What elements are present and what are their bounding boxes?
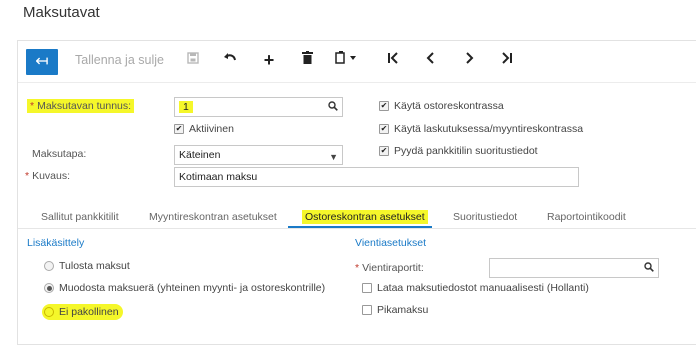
- copy-icon[interactable]: [334, 51, 360, 69]
- delete-icon[interactable]: [297, 51, 317, 69]
- tab-allowed-bank-accounts[interactable]: Sallitut pankkitilit: [41, 211, 119, 223]
- search-icon[interactable]: [644, 260, 654, 278]
- save-icon[interactable]: [183, 51, 203, 69]
- active-checkbox[interactable]: ✔ Aktiivinen: [174, 123, 234, 135]
- checkbox-checked-icon: ✔: [174, 124, 184, 134]
- export-settings-title: Vientiasetukset: [355, 237, 427, 249]
- checkbox-icon: [362, 305, 372, 315]
- method-label: Maksutapa:: [32, 148, 87, 160]
- next-icon[interactable]: [459, 51, 479, 69]
- add-icon[interactable]: +: [259, 51, 279, 69]
- method-select[interactable]: Käteinen ▼: [174, 145, 343, 165]
- form-panel: ↤ Tallenna ja sulje + * Maksutavan tunnu…: [17, 40, 696, 345]
- tab-sales-ledger-settings[interactable]: Myyntireskontran asetukset: [149, 211, 277, 223]
- use-in-sales-ledger-checkbox[interactable]: ✔ Käytä laskutuksessa/myyntireskontrassa: [379, 123, 583, 135]
- request-bank-details-checkbox[interactable]: ✔ Pyydä pankkitilin suoritustiedot: [379, 145, 538, 157]
- active-tab-indicator: [288, 226, 432, 228]
- search-icon[interactable]: [328, 99, 338, 117]
- checkbox-checked-icon: ✔: [379, 124, 389, 134]
- first-icon[interactable]: [383, 51, 403, 69]
- code-label: * Maksutavan tunnus:: [27, 99, 135, 113]
- previous-icon[interactable]: [421, 51, 441, 69]
- toolbar: ↤ Tallenna ja sulje +: [18, 41, 696, 81]
- radio-icon: [44, 261, 54, 271]
- manual-download-checkbox[interactable]: Lataa maksutiedostot manuaalisesti (Holl…: [362, 282, 589, 294]
- tab-payment-details[interactable]: Suoritustiedot: [453, 211, 517, 223]
- back-button[interactable]: ↤: [26, 49, 58, 75]
- checkbox-checked-icon: ✔: [379, 101, 389, 111]
- toolbar-divider: [18, 82, 696, 83]
- arrow-left-icon: ↤: [35, 53, 49, 70]
- save-and-close-button[interactable]: Tallenna ja sulje: [75, 53, 164, 67]
- radio-selected-icon: [44, 283, 54, 293]
- description-input[interactable]: Kotimaan maksu: [174, 167, 579, 187]
- additional-processing-title: Lisäkäsittely: [27, 237, 85, 249]
- tab-purchase-ledger-settings[interactable]: Ostoreskontran asetukset: [302, 210, 428, 224]
- chevron-down-icon: ▼: [329, 152, 338, 162]
- checkbox-checked-icon: ✔: [379, 146, 389, 156]
- description-label: * Kuvaus:: [25, 170, 71, 182]
- code-input[interactable]: 1: [174, 97, 343, 117]
- last-icon[interactable]: [497, 51, 517, 69]
- required-marker: *: [30, 100, 35, 112]
- export-reports-input[interactable]: [489, 258, 659, 278]
- page-title: Maksutavat: [23, 4, 100, 21]
- radio-icon: [44, 307, 54, 317]
- use-in-purchase-ledger-checkbox[interactable]: ✔ Käytä ostoreskontrassa: [379, 100, 504, 112]
- tab-reporting-codes[interactable]: Raportointikoodit: [547, 211, 626, 223]
- export-reports-label: * Vientiraportit:: [355, 262, 424, 274]
- not-required-radio[interactable]: Ei pakollinen: [42, 304, 123, 320]
- create-payment-batch-radio[interactable]: Muodosta maksuerä (yhteinen myynti- ja o…: [44, 282, 325, 294]
- print-payments-radio[interactable]: Tulosta maksut: [44, 260, 130, 272]
- checkbox-icon: [362, 283, 372, 293]
- express-payment-checkbox[interactable]: Pikamaksu: [362, 304, 428, 316]
- undo-icon[interactable]: [220, 51, 240, 69]
